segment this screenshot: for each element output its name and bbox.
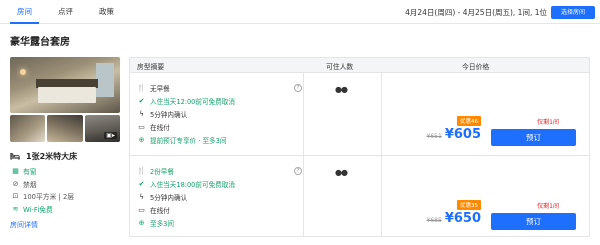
plus-circle-icon: ⊕ bbox=[138, 218, 145, 227]
room-features: 🛏 1张2米特大床 ▦ 有窗 ⊘ 禁烟 ⊡ 100平方米 | 2层 ≋ Wi-F… bbox=[10, 150, 122, 215]
feature-wifi: ≋ Wi-Fi免费 bbox=[10, 203, 122, 216]
rate-policies: 🍴 无早餐 ? ✔ 入住当天12:00前可免费取消 ϟ 5分钟内确认 ▭ 在线付… bbox=[137, 81, 302, 146]
window-icon: ▦ bbox=[12, 167, 19, 176]
confirmation-policy: ϟ 5分钟内确认 bbox=[137, 107, 302, 120]
bed-type: 🛏 1张2米特大床 bbox=[10, 150, 122, 163]
price-block: 优惠35 bbox=[381, 200, 481, 210]
room-details-link[interactable]: 房间详情 bbox=[10, 220, 38, 230]
photo-window bbox=[96, 63, 114, 97]
stay-date-info[interactable]: 4月24日(周四) - 4月25日(周五), 1间, 1位 bbox=[405, 7, 547, 18]
column-divider bbox=[303, 73, 304, 155]
check-circle-icon: ✔ bbox=[138, 96, 145, 105]
column-divider bbox=[303, 156, 304, 236]
room-thumbnail[interactable] bbox=[47, 115, 83, 142]
tab-policies[interactable]: 政策 bbox=[92, 0, 121, 24]
tab-reviews[interactable]: 点评 bbox=[51, 0, 80, 24]
confirmation-policy: ϟ 5分钟内确认 bbox=[137, 190, 302, 203]
cancellation-policy: ✔ 入住当天12:00前可免费取消 bbox=[138, 96, 235, 106]
rates-table: 房型摘要 可住人数 今日价格 🍴 无早餐 ? ✔ 入住当天12:00前可免费取消… bbox=[129, 57, 590, 237]
room-main-photo[interactable] bbox=[10, 57, 120, 113]
room-title: 豪华露台套房 bbox=[10, 37, 70, 48]
header-today-price: 今日价格 bbox=[462, 63, 490, 71]
cutlery-icon: 🍴 bbox=[137, 83, 146, 92]
tab-bar: 房间 点评 政策 bbox=[10, 0, 133, 24]
promo-policy: ⊕ 提前预订专享价 · 至多3间 bbox=[138, 135, 227, 145]
rate-row: 🍴 2份早餐 ? ✔ 入住当天18:00前可免费取消 ϟ 5分钟内确认 ▭ 在线… bbox=[130, 155, 589, 236]
check-circle-icon: ✔ bbox=[138, 179, 145, 188]
feature-area: ⊡ 100平方米 | 2层 bbox=[10, 190, 122, 203]
card-icon: ▭ bbox=[138, 205, 145, 214]
payment-policy: ▭ 在线付 bbox=[138, 205, 170, 215]
column-divider bbox=[381, 73, 382, 155]
room-thumbnail[interactable] bbox=[10, 115, 46, 142]
discount-badge: 优惠46 bbox=[457, 116, 481, 126]
stock-label: 仅剩1间 bbox=[537, 119, 559, 126]
feature-no-smoking: ⊘ 禁烟 bbox=[10, 178, 122, 191]
photo-lamp bbox=[20, 69, 26, 75]
lightning-icon: ϟ bbox=[139, 109, 144, 118]
table-header: 房型摘要 可住人数 今日价格 bbox=[130, 58, 589, 72]
select-room-button[interactable]: 选择房间 bbox=[551, 6, 595, 19]
header-occupancy: 可住人数 bbox=[326, 63, 354, 71]
photo-bed bbox=[38, 87, 96, 103]
lightning-icon: ϟ bbox=[139, 192, 144, 201]
top-navigation: 房间 点评 政策 4月24日(周四) - 4月25日(周五), 1间, 1位 选… bbox=[0, 0, 600, 24]
price-block: 优惠46 bbox=[381, 116, 481, 126]
adults-2-icon: ●● bbox=[335, 168, 348, 177]
wifi-icon: ≋ bbox=[12, 204, 19, 213]
rate-policies: 🍴 2份早餐 ? ✔ 入住当天18:00前可免费取消 ϟ 5分钟内确认 ▭ 在线… bbox=[137, 164, 302, 229]
price-block: ¥651 ¥605 bbox=[381, 127, 481, 142]
discount-badge: 优惠35 bbox=[457, 200, 481, 210]
original-price: ¥651 bbox=[426, 133, 442, 140]
no-smoking-icon: ⊘ bbox=[12, 179, 19, 188]
stock-label: 仅剩1间 bbox=[537, 203, 559, 210]
help-icon[interactable]: ? bbox=[294, 166, 302, 175]
book-button[interactable]: 预订 bbox=[491, 129, 576, 146]
meal-policy: 🍴 无早餐 ? bbox=[137, 81, 302, 94]
header-room-summary: 房型摘要 bbox=[137, 63, 165, 71]
tab-rooms[interactable]: 房间 bbox=[10, 0, 39, 24]
rate-row: 🍴 无早餐 ? ✔ 入住当天12:00前可免费取消 ϟ 5分钟内确认 ▭ 在线付… bbox=[130, 72, 589, 155]
current-price: ¥605 bbox=[444, 127, 481, 142]
price-block: ¥685 ¥650 bbox=[381, 211, 481, 226]
image-icon: ▣▸ bbox=[104, 132, 117, 139]
meal-policy: 🍴 2份早餐 ? bbox=[137, 164, 302, 177]
current-price: ¥650 bbox=[444, 211, 481, 226]
adults-2-icon: ●● bbox=[335, 85, 348, 94]
bed-icon: 🛏 bbox=[10, 152, 21, 161]
bed-type-label: 1张2米特大床 bbox=[26, 152, 78, 161]
thumbnail-strip: ▣▸ bbox=[10, 115, 120, 142]
book-button[interactable]: 预订 bbox=[491, 213, 576, 230]
room-gallery[interactable]: ▣▸ bbox=[10, 57, 120, 142]
area-icon: ⊡ bbox=[12, 192, 19, 201]
help-icon[interactable]: ? bbox=[294, 83, 302, 92]
original-price: ¥685 bbox=[426, 217, 442, 224]
room-thumbnail[interactable]: ▣▸ bbox=[84, 115, 120, 142]
card-icon: ▭ bbox=[138, 122, 145, 131]
room-limit-policy: ⊕ 至多3间 bbox=[138, 218, 174, 228]
plus-circle-icon: ⊕ bbox=[138, 135, 145, 144]
cancellation-policy: ✔ 入住当天18:00前可免费取消 bbox=[138, 179, 235, 189]
cutlery-icon: 🍴 bbox=[137, 166, 146, 175]
feature-window: ▦ 有窗 bbox=[10, 165, 122, 178]
payment-policy: ▭ 在线付 bbox=[138, 122, 170, 132]
